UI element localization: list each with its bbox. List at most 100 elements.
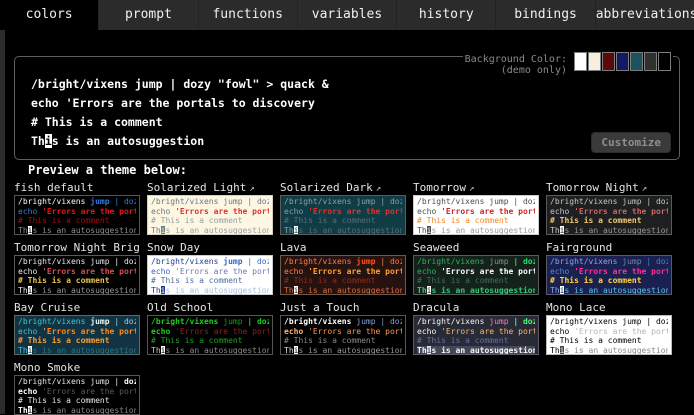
tab-bindings[interactable]: bindings [495, 0, 594, 30]
syntax-span: echo [284, 327, 308, 336]
theme-card-solarized-dark[interactable]: /bright/vixens jump | dozy "fowl" > quac… [280, 195, 406, 235]
syntax-span: jump [489, 317, 508, 326]
bg-swatch-4[interactable] [616, 52, 629, 71]
bg-swatch-6[interactable] [644, 52, 657, 71]
theme-name-label: Solarized Light [147, 181, 246, 194]
terminal-line: echo 'Errors are the portals to discover… [31, 94, 679, 113]
tab-functions[interactable]: functions [198, 0, 297, 30]
syntax-span: | [376, 317, 390, 326]
theme-card-fairground[interactable]: /bright/vixens jump | dozy "fowl" > quac… [546, 255, 672, 295]
syntax-span: jump [356, 317, 375, 326]
bg-swatch-7[interactable] [658, 52, 671, 71]
syntax-span: # This is a comment [284, 216, 376, 225]
terminal-line: echo 'Errors are the portals to discover… [550, 267, 668, 277]
theme-card-mono-lace[interactable]: /bright/vixens jump | dozy "fowl" > quac… [546, 315, 672, 355]
syntax-span: # This is a comment [550, 216, 642, 225]
theme-card-bay-cruise[interactable]: /bright/vixens jump | dozy "fowl" > quac… [14, 315, 140, 355]
theme-cell-solarized-light: Solarized Light↗/bright/vixens jump | do… [147, 181, 273, 235]
syntax-span: Th [550, 286, 560, 295]
syntax-span: /bright/vixens [550, 197, 622, 206]
syntax-span: 'Errors are the portals to discovery [175, 207, 269, 216]
terminal-line: # This is a comment [284, 276, 402, 286]
syntax-span: Th [417, 226, 427, 235]
theme-name-label: Tomorrow [413, 181, 466, 194]
customize-button[interactable]: Customize [591, 132, 671, 153]
terminal-line: /bright/vixens jump | dozy "fowl" > quac… [151, 317, 269, 327]
bg-swatch-5[interactable] [630, 52, 643, 71]
syntax-span: s is an autosuggestion [32, 406, 136, 415]
syntax-span: 'Errors are the portals to discovery [441, 327, 535, 336]
theme-card-fish-default[interactable]: /bright/vixens jump | dozy "fowl" > quac… [14, 195, 140, 235]
syntax-span: /bright/vixens [18, 197, 90, 206]
theme-card-tomorrow[interactable]: /bright/vixens jump | dozy "fowl" > quac… [413, 195, 539, 235]
theme-card-seaweed[interactable]: /bright/vixens jump | dozy "fowl" > quac… [413, 255, 539, 295]
syntax-span: /bright/vixens [18, 377, 90, 386]
terminal-line: This is an autosuggestion [151, 286, 269, 296]
theme-card-tomorrow-night[interactable]: /bright/vixens jump | dozy "fowl" > quac… [546, 195, 672, 235]
theme-card-snow-day[interactable]: /bright/vixens jump | dozy "fowl" > quac… [147, 255, 273, 295]
bg-swatch-1[interactable] [574, 52, 587, 71]
terminal-line: /bright/vixens jump | dozy "fowl" > quac… [18, 197, 136, 207]
syntax-span: dozy [124, 197, 136, 206]
tab-history[interactable]: history [396, 0, 495, 30]
theme-card-lava[interactable]: /bright/vixens jump | dozy "fowl" > quac… [280, 255, 406, 295]
terminal-line: # This is a comment [151, 276, 269, 286]
external-link-icon[interactable]: ↗ [469, 184, 474, 194]
syntax-span: 'Errors are the portals to discovery [441, 267, 535, 276]
external-link-icon[interactable]: ↗ [642, 184, 647, 194]
theme-card-old-school[interactable]: /bright/vixens jump | dozy "fowl" > quac… [147, 315, 273, 355]
external-link-icon[interactable]: ↗ [249, 184, 254, 194]
syntax-span: 'Errors are the portals to discovery [42, 267, 136, 276]
bg-swatch-3[interactable] [602, 52, 615, 71]
syntax-span: /bright/vixens [284, 317, 356, 326]
terminal-line: echo 'Errors are the portals to discover… [151, 327, 269, 337]
theme-card-tomorrow-night-bright[interactable]: /bright/vixens jump | dozy "fowl" > quac… [14, 255, 140, 295]
theme-cell-solarized-dark: Solarized Dark↗/bright/vixens jump | doz… [280, 181, 406, 235]
syntax-span: Th [31, 134, 45, 148]
terminal-line: /bright/vixens jump | dozy "fowl" > quac… [31, 75, 679, 94]
terminal-line: This is an autosuggestion [284, 286, 402, 296]
syntax-span: | [243, 197, 257, 206]
theme-card-mono-smoke[interactable]: /bright/vixens jump | dozy "fowl" > quac… [14, 375, 140, 415]
tab-prompt[interactable]: prompt [98, 0, 197, 30]
theme-title: Just a Touch [280, 301, 406, 314]
syntax-span: | [243, 257, 257, 266]
terminal-line: # This is a comment [151, 216, 269, 226]
syntax-span: /bright/vixens jump | dozy "fowl" > quac… [31, 77, 329, 91]
syntax-span: 'Errors are the portals to discovery [574, 207, 668, 216]
syntax-span: echo [550, 267, 574, 276]
terminal-line: # This is a comment [18, 396, 136, 406]
syntax-span: # This is a comment [284, 336, 376, 345]
syntax-span: /bright/vixens [550, 317, 622, 326]
syntax-span: 'Errors are the portals to discovery [42, 387, 136, 396]
syntax-span: /bright/vixens [417, 197, 489, 206]
theme-card-just-a-touch[interactable]: /bright/vixens jump | dozy "fowl" > quac… [280, 315, 406, 355]
tab-variables[interactable]: variables [297, 0, 396, 30]
syntax-span: dozy [656, 197, 668, 206]
external-link-icon[interactable]: ↗ [376, 184, 381, 194]
bg-swatch-2[interactable] [588, 52, 601, 71]
syntax-span: jump [223, 197, 242, 206]
terminal-line: /bright/vixens jump | dozy "fowl" > quac… [417, 257, 535, 267]
syntax-span: Th [18, 286, 28, 295]
terminal-line: /bright/vixens jump | dozy "fowl" > quac… [284, 197, 402, 207]
syntax-span: jump [90, 257, 109, 266]
syntax-span: Th [284, 346, 294, 355]
theme-card-solarized-light[interactable]: /bright/vixens jump | dozy "fowl" > quac… [147, 195, 273, 235]
syntax-span: # This is a comment [151, 336, 243, 345]
theme-title: Dracula [413, 301, 539, 314]
syntax-span: echo [151, 267, 175, 276]
syntax-span: s is an autosuggestion [431, 346, 535, 355]
theme-name-label: Snow Day [147, 241, 200, 254]
terminal-line: echo 'Errors are the portals to discover… [550, 207, 668, 217]
theme-name-label: Just a Touch [280, 301, 359, 314]
terminal-line: # This is a comment [550, 216, 668, 226]
syntax-span: dozy [257, 197, 269, 206]
syntax-span: 'Errors are the portals to discovery [308, 267, 402, 276]
syntax-span: s is an autosuggestion [32, 226, 136, 235]
tab-colors[interactable]: colors [0, 0, 98, 30]
theme-card-dracula[interactable]: /bright/vixens jump | dozy "fowl" > quac… [413, 315, 539, 355]
tab-abbreviations[interactable]: abbreviations [595, 0, 694, 30]
syntax-span: | [642, 317, 656, 326]
terminal-line: /bright/vixens jump | dozy "fowl" > quac… [550, 317, 668, 327]
